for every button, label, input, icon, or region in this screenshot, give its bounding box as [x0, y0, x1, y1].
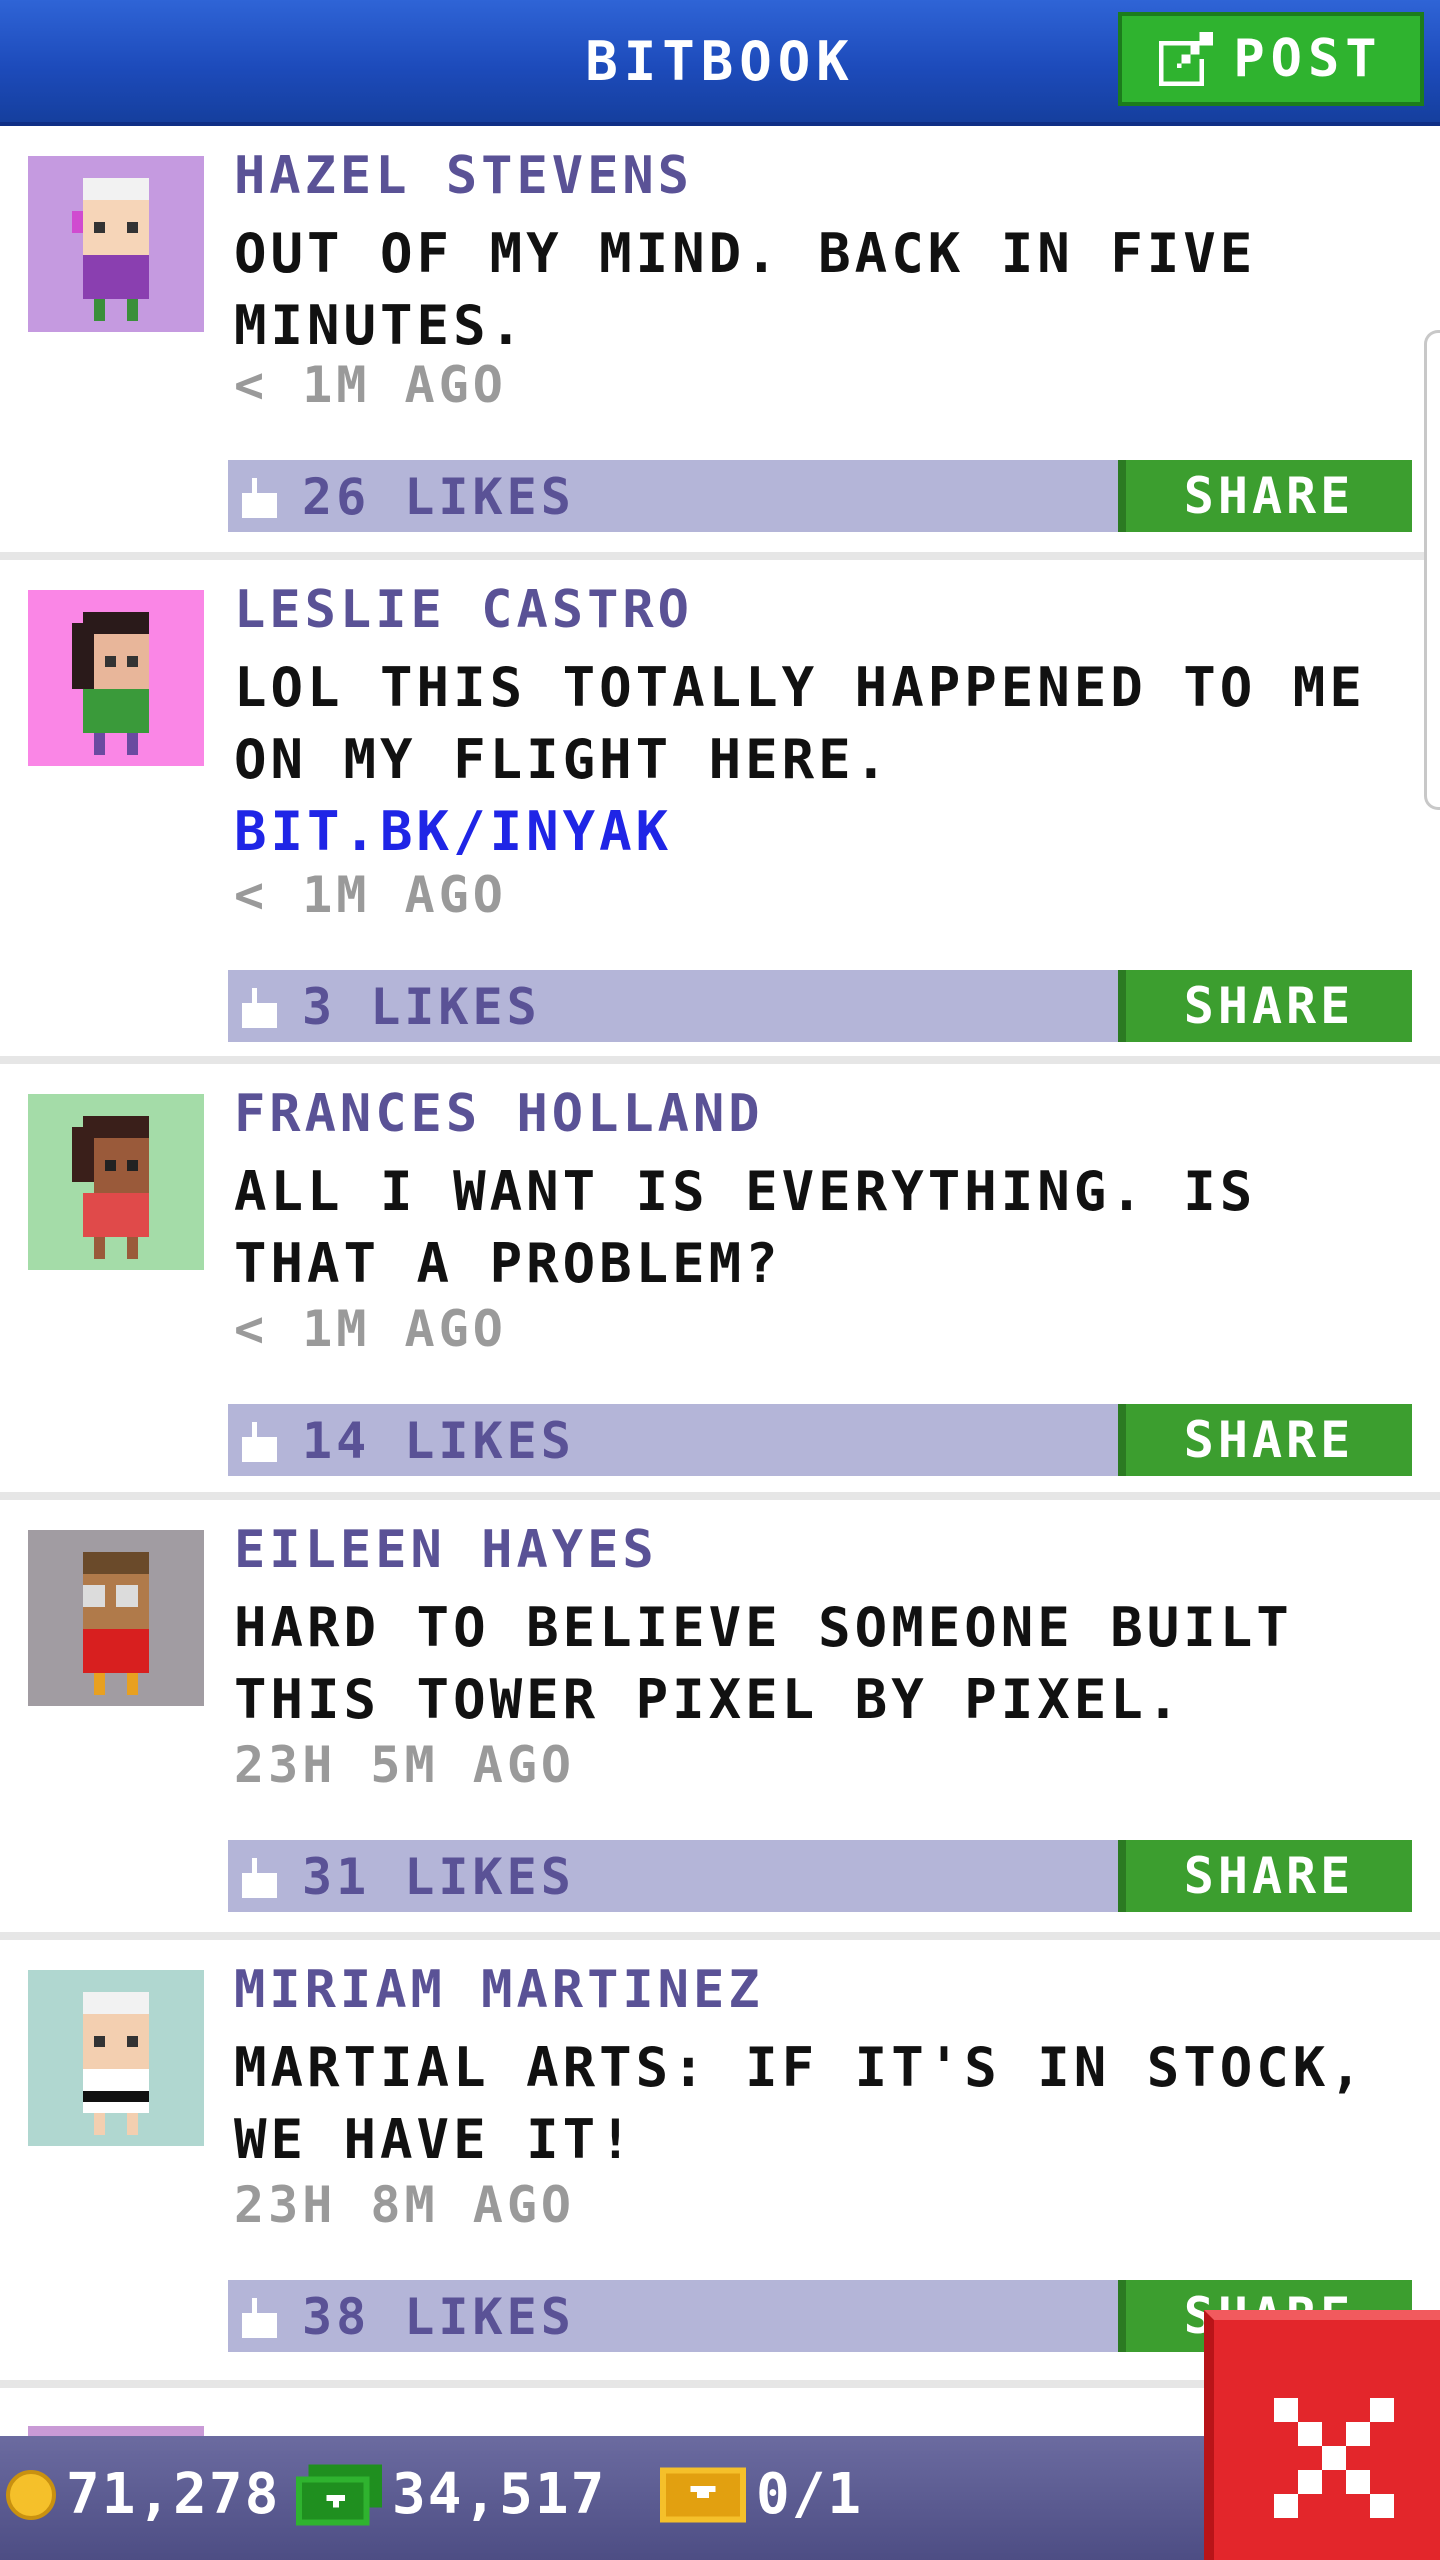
- feed-post: EILEEN HAYES HARD TO BELIEVE SOMEONE BUI…: [0, 1500, 1440, 1940]
- thumbs-up-icon[interactable]: [242, 1858, 282, 1898]
- post-author[interactable]: HAZEL STEVENS: [234, 146, 693, 206]
- bux-value: 34,517: [392, 2462, 607, 2527]
- avatar[interactable]: [28, 1970, 204, 2146]
- tickets-stat: 0/1: [660, 2462, 863, 2527]
- avatar[interactable]: [28, 156, 204, 332]
- feed-post: HAZEL STEVENS OUT OF MY MIND. BACK IN FI…: [0, 126, 1440, 560]
- post-time: < 1M AGO: [234, 1300, 507, 1358]
- avatar[interactable]: [28, 1094, 204, 1270]
- post-time: < 1M AGO: [234, 356, 507, 414]
- post-text: MARTIAL ARTS: IF IT'S IN STOCK, WE HAVE …: [234, 2036, 1366, 2171]
- bux-stat: 34,517: [296, 2462, 606, 2527]
- coins-value: 71,278: [66, 2462, 281, 2527]
- post-text: OUT OF MY MIND. BACK IN FIVE MINUTES.: [234, 222, 1257, 357]
- ticket-icon: [660, 2466, 746, 2523]
- post-time: 23H 8M AGO: [234, 2176, 576, 2234]
- coins-stat: 71,278: [6, 2462, 280, 2527]
- likes-count: 31 LIKES: [302, 1848, 575, 1906]
- close-button[interactable]: [1204, 2310, 1440, 2560]
- thumbs-up-icon[interactable]: [242, 478, 282, 518]
- likes-bar: 26 LIKES SHARE: [228, 460, 1412, 532]
- thumbs-up-icon[interactable]: [242, 988, 282, 1028]
- post-text: HARD TO BELIEVE SOMEONE BUILT THIS TOWER…: [234, 1596, 1293, 1731]
- scrollbar[interactable]: [1424, 330, 1440, 810]
- post-time: 23H 5M AGO: [234, 1736, 576, 1794]
- close-icon: [1274, 2398, 1394, 2518]
- bux-icon: [296, 2463, 382, 2526]
- feed-post: LESLIE CASTRO LOL THIS TOTALLY HAPPENED …: [0, 560, 1440, 1064]
- likes-count: 3 LIKES: [302, 978, 541, 1036]
- avatar[interactable]: [28, 590, 204, 766]
- post-text: LOL THIS TOTALLY HAPPENED TO ME ON MY FL…: [234, 656, 1366, 791]
- likes-bar: 31 LIKES SHARE: [228, 1840, 1412, 1912]
- post-author[interactable]: FRANCES HOLLAND: [234, 1084, 764, 1144]
- share-button[interactable]: SHARE: [1118, 1404, 1412, 1476]
- likes-bar: 3 LIKES SHARE: [228, 970, 1412, 1042]
- post-author[interactable]: LESLIE CASTRO: [234, 580, 693, 640]
- likes-count: 38 LIKES: [302, 2288, 575, 2346]
- post-link[interactable]: BIT.BK/INYAK: [234, 796, 1424, 868]
- tickets-value: 0/1: [756, 2462, 864, 2527]
- compose-icon: [1159, 32, 1214, 86]
- post-author[interactable]: EILEEN HAYES: [234, 1520, 658, 1580]
- thumbs-up-icon[interactable]: [242, 2298, 282, 2338]
- likes-bar: 14 LIKES SHARE: [228, 1404, 1412, 1476]
- feed-post: FRANCES HOLLAND ALL I WANT IS EVERYTHING…: [0, 1064, 1440, 1500]
- share-button[interactable]: SHARE: [1118, 460, 1412, 532]
- post-text: ALL I WANT IS EVERYTHING. IS THAT A PROB…: [234, 1160, 1257, 1295]
- post-time: < 1M AGO: [234, 866, 507, 924]
- likes-count: 26 LIKES: [302, 468, 575, 526]
- likes-count: 14 LIKES: [302, 1412, 575, 1470]
- share-button[interactable]: SHARE: [1118, 1840, 1412, 1912]
- post-author[interactable]: MIRIAM MARTINEZ: [234, 1960, 764, 2020]
- share-button[interactable]: SHARE: [1118, 970, 1412, 1042]
- thumbs-up-icon[interactable]: [242, 1422, 282, 1462]
- post-button[interactable]: POST: [1118, 12, 1424, 106]
- coin-icon: [6, 2469, 56, 2520]
- avatar: [28, 2426, 204, 2436]
- avatar[interactable]: [28, 1530, 204, 1706]
- app-header: BITBOOK POST: [0, 0, 1440, 126]
- post-button-label: POST: [1233, 29, 1383, 89]
